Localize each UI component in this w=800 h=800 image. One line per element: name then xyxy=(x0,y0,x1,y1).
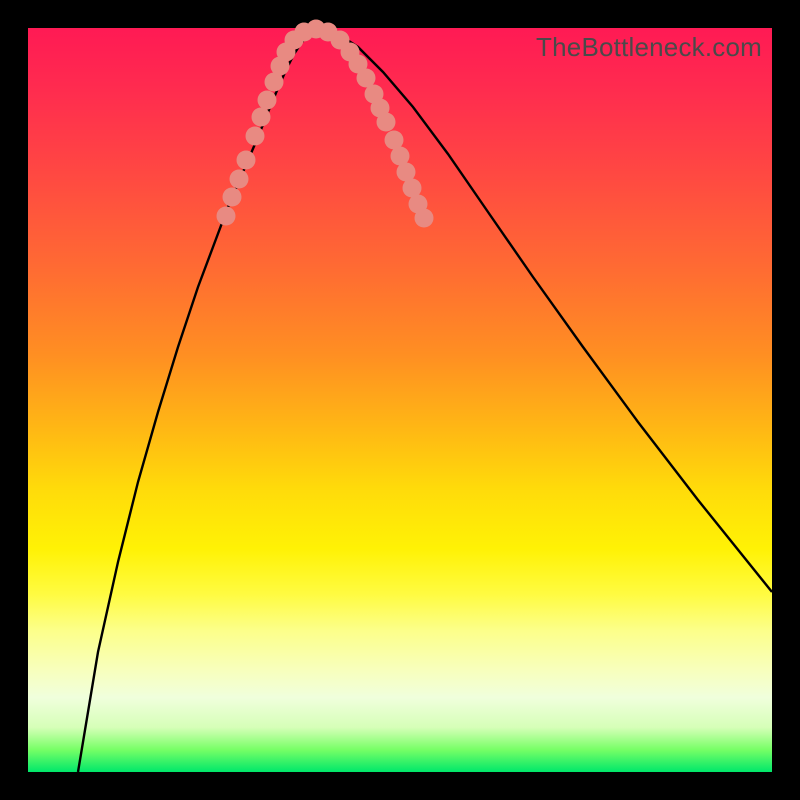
dot xyxy=(223,188,242,207)
dot xyxy=(230,170,249,189)
curve-line xyxy=(78,30,772,772)
dot xyxy=(246,127,265,146)
dot xyxy=(258,91,277,110)
highlight-dots xyxy=(217,20,434,228)
chart-frame: TheBottleneck.com xyxy=(0,0,800,800)
dot xyxy=(377,113,396,132)
dot xyxy=(217,207,236,226)
dot xyxy=(237,151,256,170)
dot xyxy=(252,108,271,127)
bottleneck-curve xyxy=(28,28,772,772)
dot xyxy=(415,209,434,228)
plot-area: TheBottleneck.com xyxy=(28,28,772,772)
